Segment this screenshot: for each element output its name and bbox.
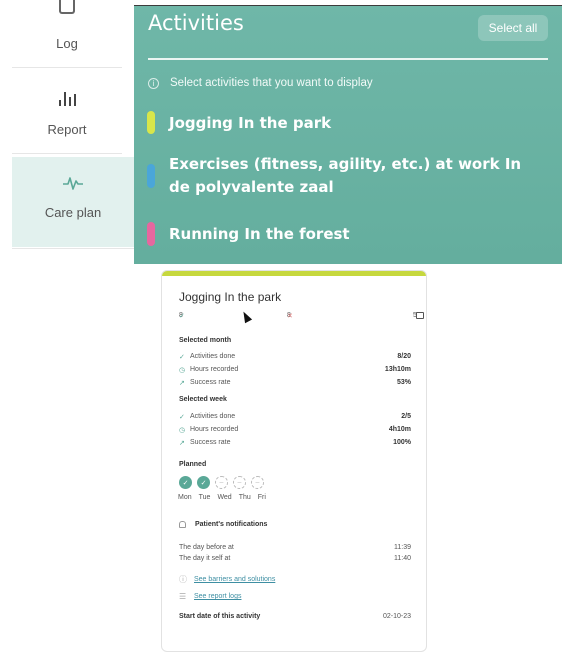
info-icon: i <box>148 77 159 89</box>
activity-color-bar <box>147 164 155 188</box>
sidebar-item-log[interactable]: Log <box>12 0 122 68</box>
row-value: 8/20 <box>397 353 411 360</box>
month-hours-recorded-row: ◷ Hours recorded 13h10m <box>179 366 411 377</box>
notification-row: The day it self at 11:40 <box>179 555 411 566</box>
activity-item-running[interactable]: Running In the forest <box>147 222 350 246</box>
start-date-value: 02-10-23 <box>382 613 411 620</box>
activity-detail-card: Jogging In the park 8 ✓ 8 ✕ 5 Selected m… <box>161 270 427 652</box>
activity-label: Jogging In the park <box>169 113 332 132</box>
notifications-heading-text: Patient's notifications <box>195 521 268 528</box>
activity-label: Running In the forest <box>169 225 350 243</box>
day-label: Thu <box>238 494 251 501</box>
barriers-link[interactable]: See barriers and solutions <box>194 576 275 583</box>
row-label: Activities done <box>190 413 236 420</box>
trend-icon: ↗ <box>179 380 185 387</box>
row-label: Hours recorded <box>190 426 239 433</box>
planned-days: ✓ ✓ – – – <box>179 476 264 489</box>
day-check-fri[interactable]: – <box>251 476 264 489</box>
row-label: The day it self at <box>179 555 231 562</box>
day-check-tue[interactable]: ✓ <box>197 476 210 489</box>
calendar-icon <box>416 312 424 319</box>
week-activities-done-row: ✓ Activities done 2/5 <box>179 413 411 424</box>
row-value: 100% <box>393 439 411 446</box>
activities-panel: Activities Select all i Select activitie… <box>134 5 562 264</box>
week-hours-recorded-row: ◷ Hours recorded 4h10m <box>179 426 411 437</box>
row-label: Success rate <box>190 379 231 386</box>
check-icon: ✓ <box>179 313 185 320</box>
select-all-button[interactable]: Select all <box>478 15 548 41</box>
row-value: 4h10m <box>388 426 411 433</box>
panel-info: i Select activities that you want to dis… <box>148 77 373 89</box>
pulse-icon <box>63 177 83 190</box>
sidebar-divider <box>12 248 134 249</box>
check-icon: ✓ <box>179 414 185 421</box>
row-label: Hours recorded <box>190 366 239 373</box>
month-success-rate-row: ↗ Success rate 53% <box>179 379 411 390</box>
sidebar-item-label: Report <box>47 122 87 137</box>
day-check-thu[interactable]: – <box>233 476 246 489</box>
cross-icon: ✕ <box>287 313 293 320</box>
sidebar-item-care-plan[interactable]: Care plan <box>12 157 134 247</box>
row-value: 11:40 <box>394 555 411 562</box>
day-label: Fri <box>257 494 266 501</box>
clock-icon: ◷ <box>179 367 186 374</box>
sidebar-item-label: Log <box>56 36 78 51</box>
selected-week-heading: Selected week <box>179 396 227 403</box>
barriers-link-row: ⓘ See barriers and solutions <box>179 574 275 585</box>
row-label: Success rate <box>190 439 231 446</box>
row-value: 2/5 <box>401 413 411 420</box>
selected-month-heading: Selected month <box>179 337 232 344</box>
info-icon: ⓘ <box>179 575 187 584</box>
day-check-mon[interactable]: ✓ <box>179 476 192 489</box>
info-text: Select activities that you want to displ… <box>170 77 373 89</box>
report-logs-link[interactable]: See report logs <box>194 593 241 600</box>
row-label: Activities done <box>190 353 236 360</box>
activity-color-bar <box>147 111 155 134</box>
planned-heading: Planned <box>179 461 207 468</box>
activity-label: Exercises (fitness, agility, etc.) at wo… <box>169 155 522 196</box>
panel-title: Activities <box>148 11 244 35</box>
bell-icon <box>179 521 186 528</box>
row-value: 53% <box>396 379 411 386</box>
activity-item-exercises[interactable]: Exercises (fitness, agility, etc.) at wo… <box>147 153 529 199</box>
week-success-rate-row: ↗ Success rate 100% <box>179 439 411 450</box>
list-icon: ☰ <box>179 592 187 601</box>
activity-color-bar <box>147 222 155 246</box>
sidebar-item-label: Care plan <box>44 205 102 220</box>
panel-divider <box>148 58 548 60</box>
row-label: The day before at <box>179 544 234 551</box>
log-icon <box>59 0 75 14</box>
start-date-row: Start date of this activity 02-10-23 <box>179 613 411 620</box>
trend-icon: ↗ <box>179 440 185 447</box>
sidebar-item-report[interactable]: Report <box>12 70 122 154</box>
day-label: Mon <box>178 494 192 501</box>
clock-icon: ◷ <box>179 427 186 434</box>
day-label: Tue <box>198 494 211 501</box>
notifications-heading: Patient's notifications <box>179 521 267 528</box>
start-date-label: Start date of this activity <box>179 613 261 620</box>
day-label: Wed <box>217 494 232 501</box>
check-icon: ✓ <box>179 354 185 361</box>
row-value: 13h10m <box>384 366 411 373</box>
stats-row: 8 ✓ 8 ✕ 5 <box>179 312 424 324</box>
notification-row: The day before at 11:39 <box>179 544 411 555</box>
card-accent-bar <box>162 271 426 276</box>
day-check-wed[interactable]: – <box>215 476 228 489</box>
month-activities-done-row: ✓ Activities done 8/20 <box>179 353 411 364</box>
row-value: 11:39 <box>394 544 411 551</box>
panel-top-border <box>134 5 562 6</box>
activity-item-jogging[interactable]: Jogging In the park <box>147 111 331 134</box>
planned-day-labels: Mon Tue Wed Thu Fri <box>178 494 266 501</box>
sidebar: Log Report Care plan <box>0 0 134 262</box>
card-title: Jogging In the park <box>179 290 282 304</box>
report-logs-link-row: ☰ See report logs <box>179 592 241 601</box>
bar-chart-icon <box>57 88 77 106</box>
